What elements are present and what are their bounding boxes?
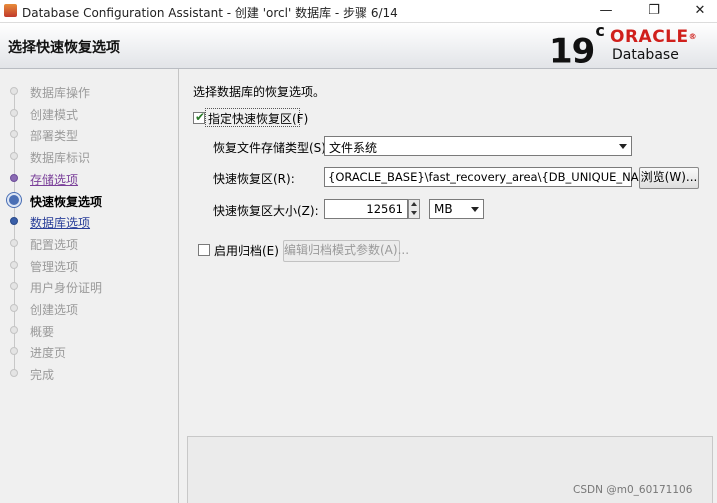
- step-indicator-icon: [10, 282, 18, 291]
- step-indicator-icon: [10, 325, 18, 334]
- step-indicator-icon: [10, 108, 18, 117]
- watermark-text: CSDN @m0_60171106: [573, 484, 693, 496]
- fra-size-value: 12561: [366, 202, 403, 216]
- fra-checkbox-label[interactable]: 指定快速恢复区(F): [208, 110, 308, 127]
- logo-brand-mark: ®: [688, 32, 698, 41]
- fra-size-unit-select[interactable]: MB: [429, 199, 484, 219]
- nav-item: 管理选项: [0, 256, 178, 276]
- nav-item-label: 部署类型: [30, 129, 79, 144]
- nav-item: 快速恢复选项: [0, 191, 178, 211]
- nav-item: 部署类型: [0, 125, 178, 145]
- nav-item[interactable]: 存储选项: [0, 169, 178, 189]
- chevron-down-icon: [619, 144, 627, 149]
- nav-item-label: 数据库操作: [30, 86, 91, 100]
- fra-size-unit-value: MB: [434, 202, 453, 216]
- step-indicator-icon: [10, 238, 18, 247]
- nav-item[interactable]: 数据库选项: [0, 212, 178, 232]
- main-content: 选择数据库的恢复选项。 ✔ 指定快速恢复区(F) 恢复文件存储类型(S): 文件…: [179, 69, 717, 503]
- logo-product: Database: [612, 47, 679, 63]
- nav-item: 创建模式: [0, 104, 178, 124]
- chevron-down-icon: [471, 207, 479, 212]
- spinner-down-icon[interactable]: [411, 211, 417, 215]
- checkmark-icon: ✔: [195, 110, 206, 124]
- fra-size-input[interactable]: 12561: [324, 199, 408, 219]
- fra-checkbox[interactable]: ✔: [193, 110, 206, 124]
- step-indicator-icon: [10, 130, 18, 139]
- java-app-icon: [4, 4, 17, 17]
- browse-button[interactable]: 浏览(W)...: [639, 167, 699, 189]
- nav-item-label: 创建选项: [30, 303, 79, 317]
- storage-type-value: 文件系统: [329, 141, 378, 155]
- step-indicator-icon: [10, 347, 18, 356]
- nav-item-label: 存储选项: [30, 172, 79, 187]
- page-title: 选择快速恢复选项: [8, 40, 120, 56]
- step-indicator-icon: [10, 173, 18, 182]
- fra-location-label: 快速恢复区(R):: [213, 172, 295, 186]
- nav-item-label: 完成: [30, 368, 55, 383]
- step-navigation: 数据库操作创建模式部署类型数据库标识存储选项快速恢复选项 数据库选项配置选项管理选…: [0, 69, 179, 503]
- maximize-button[interactable]: ❐: [638, 1, 670, 21]
- fra-location-value: {ORACLE_BASE}\fast_recovery_area\{DB_UNI…: [328, 170, 664, 184]
- step-indicator-icon: [10, 152, 18, 161]
- nav-item: 数据库操作: [0, 82, 178, 102]
- nav-item-label: 配置选项: [30, 237, 79, 252]
- logo-version-suffix: c: [595, 21, 605, 40]
- nav-item: 用户身份证明: [0, 277, 178, 297]
- close-button[interactable]: ✕: [684, 1, 716, 21]
- edit-archive-params-button[interactable]: 编辑归档模式参数(A)...: [283, 240, 409, 262]
- nav-item-label: 创建模式: [30, 107, 79, 122]
- nav-item-label: 管理选项: [30, 259, 79, 274]
- intro-text: 选择数据库的恢复选项。: [193, 85, 326, 99]
- step-indicator-icon: [10, 369, 18, 378]
- archive-checkbox-label[interactable]: 启用归档(E): [214, 242, 279, 259]
- step-indicator-icon: [10, 217, 18, 226]
- fra-location-input[interactable]: {ORACLE_BASE}\fast_recovery_area\{DB_UNI…: [324, 167, 663, 187]
- oracle-brand-logo: ORACLE®: [610, 27, 697, 47]
- step-header: 选择快速恢复选项 19c ORACLE® Database: [0, 21, 717, 72]
- spinner-up-icon[interactable]: [411, 202, 417, 206]
- fra-size-spinner[interactable]: [408, 199, 420, 219]
- nav-item: 创建选项: [0, 299, 178, 319]
- step-indicator-icon: [10, 87, 18, 95]
- window-titlebar: Database Configuration Assistant - 创建 'o…: [0, 0, 717, 23]
- archive-checkbox[interactable]: [198, 244, 210, 256]
- logo-version: 19: [549, 31, 595, 72]
- minimize-button[interactable]: —: [590, 1, 622, 21]
- nav-item-label: 进度页: [30, 346, 67, 361]
- window-title: Database Configuration Assistant - 创建 'o…: [22, 6, 398, 20]
- nav-item: 配置选项: [0, 234, 178, 254]
- step-indicator-icon: [10, 260, 18, 269]
- storage-type-select[interactable]: 文件系统: [324, 136, 632, 156]
- nav-item: 数据库标识: [0, 147, 178, 167]
- step-indicator-icon: [10, 304, 18, 312]
- oracle-19c-logo: 19c: [549, 21, 605, 72]
- storage-type-label: 恢复文件存储类型(S):: [213, 141, 331, 155]
- nav-item: 概要: [0, 321, 178, 341]
- nav-item: 完成: [0, 364, 178, 384]
- nav-item: 进度页: [0, 342, 178, 362]
- step-indicator-icon: [7, 192, 21, 207]
- nav-item-label: 快速恢复选项: [30, 194, 103, 209]
- fra-size-label: 快速恢复区大小(Z):: [213, 204, 319, 218]
- logo-brand: ORACLE: [610, 27, 689, 47]
- nav-item-label: 概要: [30, 324, 55, 339]
- nav-item-label: 数据库选项: [30, 216, 91, 231]
- nav-item-label: 数据库标识: [30, 151, 91, 166]
- nav-item-label: 用户身份证明: [30, 281, 103, 296]
